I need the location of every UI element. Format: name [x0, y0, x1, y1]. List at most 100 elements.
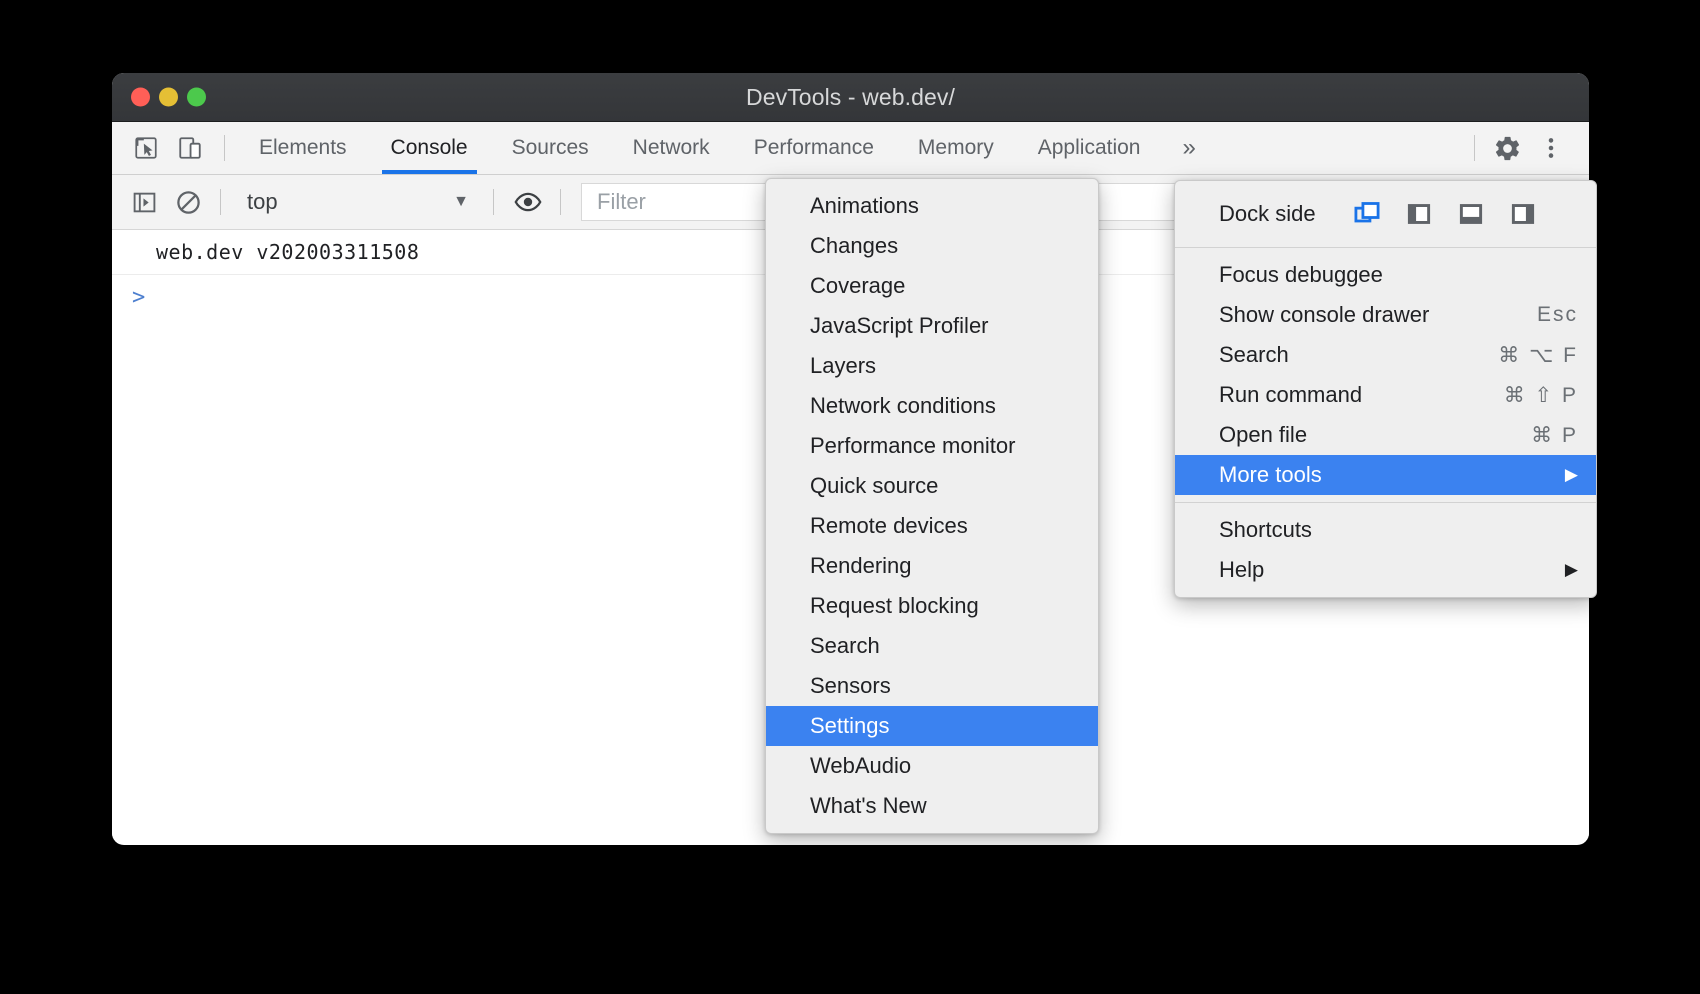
submenu-item-webaudio[interactable]: WebAudio [766, 746, 1098, 786]
kebab-menu-icon[interactable] [1531, 128, 1571, 168]
chevron-down-icon: ▼ [453, 193, 469, 211]
tab-console[interactable]: Console [369, 122, 490, 174]
filter-placeholder: Filter [597, 189, 646, 215]
context-value: top [247, 189, 278, 215]
devtools-main-menu: Dock side [1174, 180, 1597, 598]
menu-item-label: More tools [1219, 462, 1322, 488]
menu-item-label: Remote devices [810, 513, 968, 539]
tab-performance[interactable]: Performance [732, 122, 896, 174]
submenu-item-changes[interactable]: Changes [766, 226, 1098, 266]
menu-item-label: Changes [810, 233, 898, 259]
menu-item-show-console-drawer[interactable]: Show console drawer Esc [1175, 295, 1596, 335]
tab-label: Console [391, 136, 468, 160]
submenu-item-remote-devices[interactable]: Remote devices [766, 506, 1098, 546]
menu-item-shortcut: ⌘ ⇧ P [1504, 383, 1578, 408]
settings-gear-icon[interactable] [1487, 128, 1527, 168]
live-expression-icon[interactable] [506, 180, 550, 224]
menu-item-label: Quick source [810, 473, 938, 499]
clear-console-icon[interactable] [166, 180, 210, 224]
submenu-item-layers[interactable]: Layers [766, 346, 1098, 386]
dock-to-left-icon[interactable] [1404, 199, 1434, 229]
dock-side-options [1352, 199, 1538, 229]
menu-item-label: JavaScript Profiler [810, 313, 989, 339]
tab-label: Performance [754, 136, 874, 160]
menu-item-shortcut: ⌘ ⌥ F [1498, 343, 1578, 368]
menu-item-label: Settings [810, 713, 890, 739]
console-divider-2 [493, 189, 494, 215]
tab-elements[interactable]: Elements [237, 122, 369, 174]
tab-sources[interactable]: Sources [490, 122, 611, 174]
submenu-item-quick-source[interactable]: Quick source [766, 466, 1098, 506]
overflow-label: » [1182, 134, 1195, 162]
menu-item-shortcut: Esc [1537, 303, 1578, 327]
submenu-item-coverage[interactable]: Coverage [766, 266, 1098, 306]
menu-item-label: What's New [810, 793, 927, 819]
menu-item-label: Network conditions [810, 393, 996, 419]
window-titlebar: DevTools - web.dev/ [112, 73, 1589, 122]
tab-network[interactable]: Network [611, 122, 732, 174]
tab-label: Network [633, 136, 710, 160]
dock-side-label: Dock side [1219, 201, 1316, 227]
submenu-item-animations[interactable]: Animations [766, 186, 1098, 226]
menu-item-label: Performance monitor [810, 433, 1015, 459]
submenu-item-settings[interactable]: Settings [766, 706, 1098, 746]
tab-memory[interactable]: Memory [896, 122, 1016, 174]
menu-separator-2 [1175, 502, 1596, 503]
menu-item-label: Show console drawer [1219, 302, 1429, 328]
menu-item-label: Sensors [810, 673, 891, 699]
submenu-arrow-icon: ▶ [1565, 465, 1578, 485]
submenu-item-performance-monitor[interactable]: Performance monitor [766, 426, 1098, 466]
console-divider-3 [560, 189, 561, 215]
tab-application[interactable]: Application [1016, 122, 1163, 174]
dock-side-row: Dock side [1175, 188, 1596, 240]
menu-item-run-command[interactable]: Run command ⌘ ⇧ P [1175, 375, 1596, 415]
menu-item-label: Run command [1219, 382, 1362, 408]
menu-item-shortcuts[interactable]: Shortcuts [1175, 510, 1596, 550]
dock-to-bottom-icon[interactable] [1456, 199, 1486, 229]
menu-item-label: Open file [1219, 422, 1307, 448]
menu-item-open-file[interactable]: Open file ⌘ P [1175, 415, 1596, 455]
menu-item-more-tools[interactable]: More tools ▶ [1175, 455, 1596, 495]
dock-to-right-icon[interactable] [1508, 199, 1538, 229]
prompt-chevron-icon: > [132, 285, 145, 310]
submenu-item-sensors[interactable]: Sensors [766, 666, 1098, 706]
menu-item-focus-debuggee[interactable]: Focus debuggee [1175, 255, 1596, 295]
toolbar-divider [224, 135, 225, 161]
menu-separator [1175, 247, 1596, 248]
submenu-item-javascript-profiler[interactable]: JavaScript Profiler [766, 306, 1098, 346]
devtools-tabstrip: Elements Console Sources Network Perform… [112, 122, 1589, 175]
submenu-item-rendering[interactable]: Rendering [766, 546, 1098, 586]
window-controls [131, 88, 206, 107]
submenu-item-whats-new[interactable]: What's New [766, 786, 1098, 826]
menu-item-label: Search [1219, 342, 1289, 368]
maximize-window-button[interactable] [187, 88, 206, 107]
window-title: DevTools - web.dev/ [112, 84, 1589, 111]
tab-overflow-chevron-icon[interactable]: » [1162, 122, 1215, 174]
submenu-item-network-conditions[interactable]: Network conditions [766, 386, 1098, 426]
tab-label: Elements [259, 136, 347, 160]
tab-label: Application [1038, 136, 1141, 160]
menu-item-help[interactable]: Help ▶ [1175, 550, 1596, 590]
submenu-arrow-icon: ▶ [1565, 560, 1578, 580]
menu-item-label: Animations [810, 193, 919, 219]
close-window-button[interactable] [131, 88, 150, 107]
submenu-item-request-blocking[interactable]: Request blocking [766, 586, 1098, 626]
panel-tabs: Elements Console Sources Network Perform… [237, 122, 1216, 174]
menu-item-label: Layers [810, 353, 876, 379]
submenu-item-search[interactable]: Search [766, 626, 1098, 666]
menu-item-search[interactable]: Search ⌘ ⌥ F [1175, 335, 1596, 375]
inspect-element-icon[interactable] [126, 128, 166, 168]
menu-item-label: Coverage [810, 273, 905, 299]
undock-into-separate-window-icon[interactable] [1352, 199, 1382, 229]
menu-item-label: Help [1219, 557, 1264, 583]
toolbar-divider-right [1474, 135, 1475, 161]
tabstrip-right-tools [1464, 122, 1575, 174]
menu-item-label: WebAudio [810, 753, 911, 779]
menu-item-label: Shortcuts [1219, 517, 1312, 543]
console-context-selector[interactable]: top ▼ [233, 180, 483, 224]
menu-item-label: Request blocking [810, 593, 979, 619]
sidebar-toggle-icon[interactable] [122, 180, 166, 224]
minimize-window-button[interactable] [159, 88, 178, 107]
device-toolbar-icon[interactable] [170, 128, 210, 168]
menu-item-label: Search [810, 633, 880, 659]
